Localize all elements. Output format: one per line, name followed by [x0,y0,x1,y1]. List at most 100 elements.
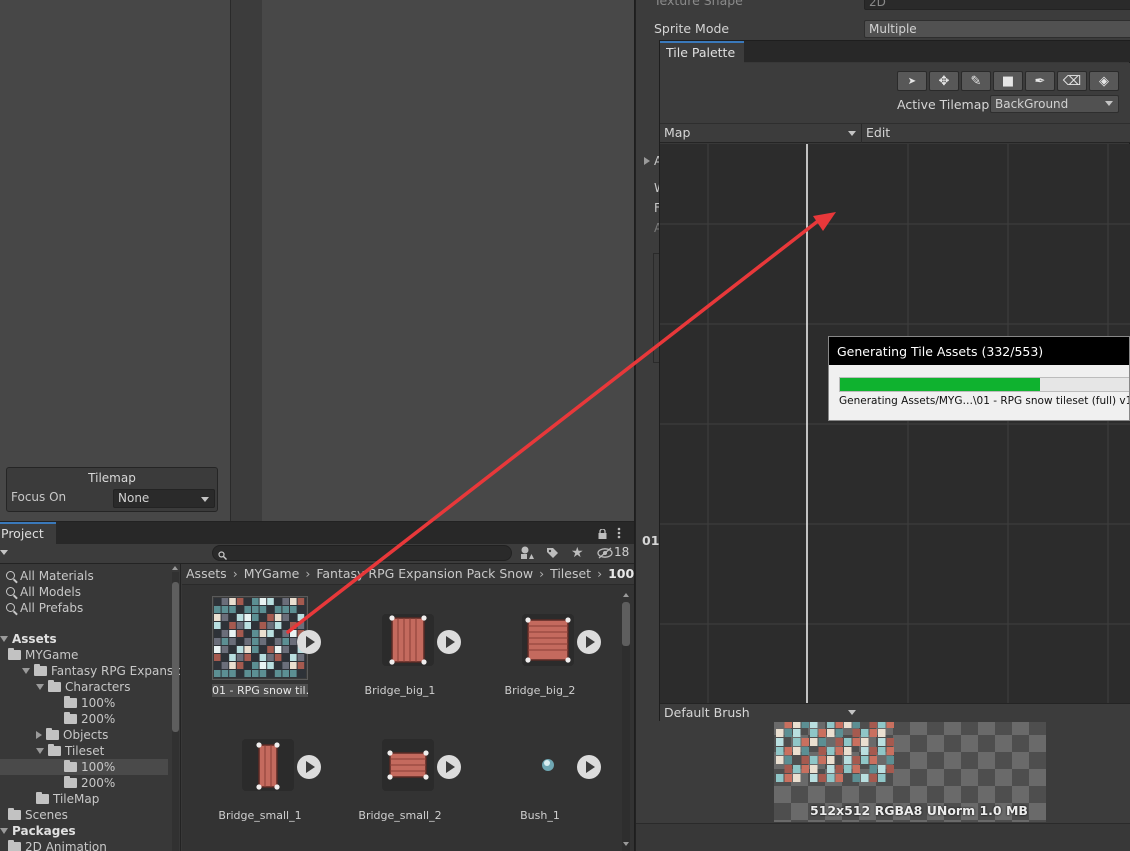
edit-toggle[interactable]: Edit [861,124,901,143]
folder-icon [64,712,77,724]
progress-bar-track [839,377,1129,392]
select-icon[interactable]: ➤ [897,71,927,91]
palette-dropdown[interactable]: Map [660,124,861,143]
search-by-label-icon[interactable] [546,547,559,562]
tree-folder-item[interactable]: Fantasy RPG Expansion [0,663,180,679]
tree-folder-item[interactable]: 100% [0,695,115,711]
asset-item[interactable]: Bridge_big_2 [482,596,612,716]
favorite-item[interactable]: All Models [6,584,81,600]
tree-section-header[interactable]: Assets [0,631,57,647]
palette-dropdown-value: Map [664,125,691,140]
play-icon[interactable] [577,630,601,654]
assets-scrollbar[interactable] [622,602,630,851]
tree-scrollbar-thumb[interactable] [172,582,179,732]
asset-item[interactable]: Bridge_small_1 [202,721,332,841]
tree-folder-item[interactable]: Objects [0,727,108,743]
active-tilemap-dropdown[interactable]: BackGround [990,95,1119,113]
tree-folder-item[interactable]: Scenes [0,807,68,823]
search-input[interactable] [229,546,499,560]
tree-folder-item[interactable]: 2D Animation [0,839,107,851]
folder-icon [34,664,47,676]
chevron-down-icon [201,497,209,502]
asset-label: Bush_1 [520,809,560,822]
palette-grid[interactable] [660,144,1130,703]
breadcrumb-item[interactable]: 100% [608,566,634,581]
texture-preview-info: 512x512 RGBA8 UNorm 1.0 MB [810,803,1028,818]
expand-arrow-icon[interactable] [0,828,8,834]
progress-dialog-detail: Generating Assets/MYG…\01 - RPG snow til… [839,395,1130,407]
picker-icon[interactable]: ✒ [1025,71,1055,91]
focus-on-dropdown[interactable]: None [113,489,215,508]
expand-arrow-icon[interactable] [0,636,8,642]
play-icon[interactable] [297,630,321,654]
progress-dialog-title: Generating Tile Assets (332/553) [837,344,1044,359]
expand-arrow-icon[interactable] [22,668,30,674]
search-icon [218,549,227,563]
tool-strip: ➤ ✥ ✎ ■ ✒ ⌫ ◈ [897,71,1121,91]
play-icon[interactable] [297,755,321,779]
kebab-menu-icon[interactable] [617,527,621,539]
assets-scroll-up-icon[interactable] [623,593,629,597]
folder-icon [48,680,61,692]
search-field[interactable] [212,545,512,561]
expand-arrow-icon[interactable] [36,684,44,690]
search-by-type-icon[interactable] [520,546,535,563]
assets-scroll-down-icon[interactable] [623,842,629,846]
folder-icon [64,760,77,772]
tree-folder-item[interactable]: TileMap [0,791,99,807]
project-tab[interactable]: Project [0,522,56,544]
progress-dialog: Generating Tile Assets (332/553) Generat… [828,336,1130,421]
breadcrumb-item[interactable]: Tileset [550,566,591,581]
favorite-star-icon[interactable]: ★ [571,545,584,561]
tree-item-label: Tileset [65,744,105,758]
folder-icon [36,792,49,804]
tree-section-header[interactable]: Packages [0,823,76,839]
tree-scroll-up-icon[interactable] [172,566,178,570]
tree-folder-item[interactable]: 200% [0,711,115,727]
breadcrumb-item[interactable]: Fantasy RPG Expansion Pack Snow [316,566,533,581]
folder-icon [8,840,21,851]
texture-shape-value: 2D [869,0,886,9]
tree-folder-item[interactable]: 200% [0,775,115,791]
foldout-arrow-icon[interactable] [644,157,650,165]
collapse-arrow-icon[interactable] [36,731,42,739]
fill-icon[interactable]: ◈ [1089,71,1119,91]
edit-label: Edit [866,125,891,140]
hidden-packages-icon[interactable] [597,547,613,562]
assets-scrollbar-thumb[interactable] [622,602,630,646]
box-fill-icon[interactable]: ■ [993,71,1023,91]
lock-icon[interactable] [598,528,607,539]
play-icon[interactable] [577,755,601,779]
tile-palette-tab[interactable]: Tile Palette [660,41,744,63]
tree-folder-item[interactable]: Characters [0,679,131,695]
asset-item[interactable]: Bridge_small_2 [342,721,472,841]
create-dropdown-arrow-icon[interactable] [0,550,8,555]
sprite-mode-dropdown[interactable]: Multiple [864,20,1130,38]
tree-folder-item[interactable]: Tileset [0,743,104,759]
folder-icon [64,696,77,708]
expand-arrow-icon[interactable] [36,748,44,754]
breadcrumb-item[interactable]: Assets [186,566,227,581]
tree-folder-item[interactable]: 100% [0,759,168,775]
tree-item-label: 100% [81,760,116,774]
palette-grid-lines [660,144,1130,703]
asset-item[interactable]: 01 - RPG snow til… [202,596,332,716]
paintbrush-icon[interactable]: ✎ [961,71,991,91]
brush-dropdown[interactable]: Default Brush [660,704,861,722]
breadcrumb-item[interactable]: MYGame [244,566,300,581]
move-icon[interactable]: ✥ [929,71,959,91]
tree-scrollbar[interactable] [172,572,179,851]
project-assets-pane: Assets › MYGame › Fantasy RPG Expansion Pack… [182,564,634,851]
favorite-item[interactable]: All Materials [6,568,94,584]
play-icon[interactable] [437,755,461,779]
texture-shape-dropdown[interactable]: 2D [864,0,1130,10]
focus-on-label: Focus On [11,490,67,504]
asset-item[interactable]: Bush_1 [482,721,612,841]
asset-item[interactable]: Bridge_big_1 [342,596,472,716]
eraser-icon[interactable]: ⌫ [1057,71,1087,91]
favorite-item[interactable]: All Prefabs [6,600,83,616]
bridge-small-h-thumbnail [382,739,434,791]
asset-label: Bridge_big_2 [504,684,576,697]
tree-folder-item[interactable]: MYGame [0,647,78,663]
play-icon[interactable] [437,630,461,654]
